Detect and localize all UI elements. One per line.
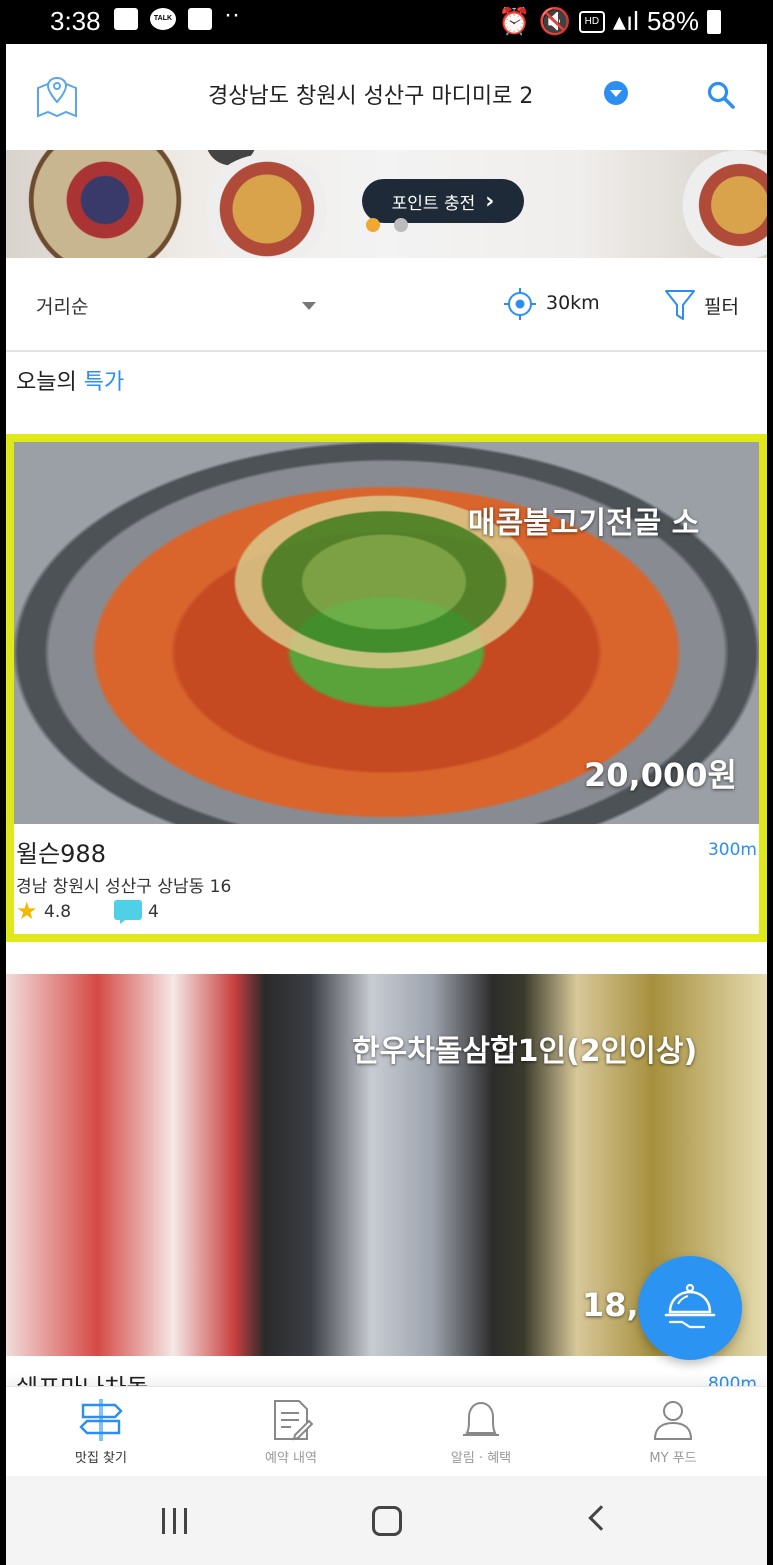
filter-button[interactable]: 필터 (704, 292, 739, 319)
nav-item-reservations[interactable]: 예약 내역 (216, 1397, 366, 1466)
nav-label: MY 푸드 (649, 1451, 697, 1466)
status-notification-icons: TALK ·· (114, 1, 244, 30)
menu-price: 20,000원 (584, 756, 737, 794)
status-system-icons: ⏰ 🔇 HD ▴ıl 58% (498, 6, 721, 37)
home-icon[interactable] (372, 1506, 402, 1536)
mute-icon: 🔇 (538, 6, 571, 36)
menu-name: 매콤불고기전골 소 (468, 506, 700, 541)
status-time: 3:38 (50, 6, 101, 36)
sort-select[interactable]: 거리순 (36, 292, 88, 319)
store-name: 윌슨988 (16, 840, 106, 868)
app-header: 경상남도 창원시 성산구 마디미로 2 (6, 44, 767, 148)
bell-icon (463, 1401, 499, 1436)
signpost-icon (79, 1399, 123, 1441)
system-navigation-bar (6, 1476, 767, 1565)
location-target-icon[interactable] (502, 286, 538, 322)
more-notifications-icon: ·· (224, 1, 240, 28)
back-icon[interactable] (588, 1505, 614, 1531)
battery-percent: 58% (646, 6, 699, 36)
app-screen: 3:38 TALK ·· ⏰ 🔇 HD ▴ıl 58% 경상남도 창원시 성산구… (6, 0, 767, 1565)
gallery-icon (114, 8, 138, 30)
distance-range[interactable]: 30km (546, 292, 600, 314)
banner-food-image (10, 150, 200, 258)
device-frame: 3:38 TALK ·· ⏰ 🔇 HD ▴ıl 58% 경상남도 창원시 성산구… (0, 0, 773, 1565)
star-icon: ★ (16, 897, 38, 925)
pagination-dot-active[interactable] (366, 218, 380, 232)
hd-icon: HD (578, 10, 605, 33)
current-address[interactable]: 경상남도 창원시 성산구 마디미로 2 (208, 78, 533, 110)
banner-pagination (366, 218, 408, 232)
wifi-signal-icon: ▴ıl (612, 6, 639, 36)
rating-value: 4.8 (44, 902, 72, 922)
store-address: 경남 창원시 성산구 상남동 16 (16, 877, 232, 897)
nav-item-notifications[interactable]: 알림 · 혜택 (406, 1397, 556, 1466)
pagination-dot[interactable] (394, 218, 408, 232)
point-charge-label: 포인트 충전 (391, 193, 476, 214)
sort-dropdown-icon[interactable] (302, 302, 316, 310)
cloche-icon (664, 1283, 716, 1329)
menu-name: 한우차돌삼합1인(2인이상) (352, 1034, 698, 1069)
nav-item-restaurant-search[interactable]: 맛집 찾기 (26, 1397, 176, 1466)
food-photo: 매콤불고기전골 소 20,000원 (14, 442, 759, 824)
battery-icon (707, 9, 721, 34)
kakaotalk-icon: TALK (150, 8, 176, 30)
promo-banner[interactable]: 포인트 충전 › (6, 150, 767, 258)
address-dropdown-icon[interactable] (604, 81, 628, 105)
document-edit-icon (274, 1400, 313, 1441)
section-title: 오늘의 특가 (16, 364, 124, 396)
filter-funnel-icon[interactable] (664, 288, 696, 322)
banner-food-image (680, 150, 767, 258)
nav-label: 알림 · 혜택 (450, 1451, 512, 1466)
chevron-right-icon: › (485, 188, 495, 214)
nav-label: 맛집 찾기 (75, 1451, 127, 1466)
recent-apps-icon[interactable] (162, 1508, 187, 1534)
filter-bar: 거리순 30km 필터 (6, 260, 767, 352)
map-pin-icon[interactable] (34, 74, 80, 120)
person-icon (653, 1401, 693, 1440)
bottom-navigation: 맛집 찾기 예약 내역 알림 · 혜택 MY 푸드 (6, 1386, 767, 1476)
rating-row: ★ 4.8 4 (16, 897, 159, 925)
order-fab-button[interactable] (638, 1256, 742, 1360)
section-title-text: 오늘의 (16, 370, 84, 395)
nav-label: 예약 내역 (265, 1451, 317, 1466)
status-bar: 3:38 TALK ·· ⏰ 🔇 HD ▴ıl 58% (6, 0, 767, 44)
comment-icon (114, 900, 144, 924)
message-icon (188, 8, 212, 30)
store-distance: 300m (707, 840, 757, 860)
alarm-icon: ⏰ (498, 6, 531, 36)
deal-card[interactable]: 매콤불고기전골 소 20,000원 윌슨988 300m 경남 창원시 성산구 … (6, 434, 767, 942)
search-icon[interactable] (706, 80, 736, 110)
banner-food-image (202, 154, 332, 258)
section-title-highlight: 특가 (83, 370, 125, 395)
review-count: 4 (148, 902, 159, 922)
point-charge-button[interactable]: 포인트 충전 › (362, 179, 524, 223)
store-distance: 800m (707, 1374, 757, 1386)
store-name: 쉐프마나차돌 (16, 1368, 148, 1386)
nav-item-my-food[interactable]: MY 푸드 (598, 1397, 748, 1466)
